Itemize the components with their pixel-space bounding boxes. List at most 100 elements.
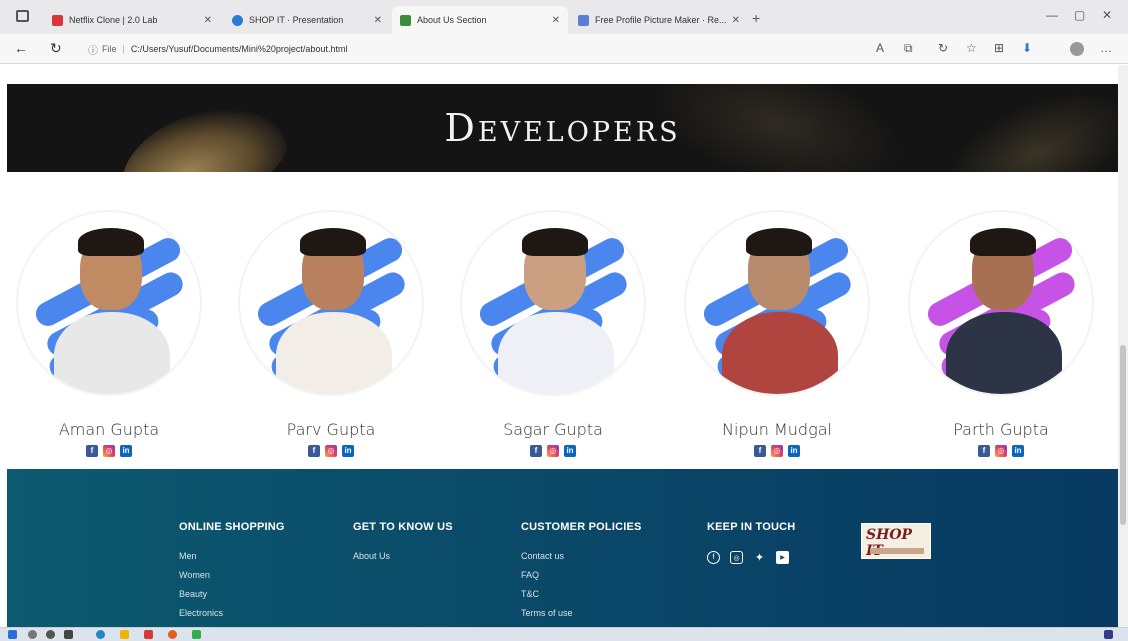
linkedin-icon[interactable]: in [120,445,132,457]
footer-column-customer-policies: CUSTOMER POLICIES Contact us FAQ T&C Ter… [521,521,642,627]
presentation-favicon-icon [232,14,243,26]
linkedin-icon[interactable]: in [788,445,800,457]
developer-card: Parth Gupta f ◎ in [906,210,1096,457]
instagram-icon[interactable]: ◎ [103,445,115,457]
close-icon[interactable]: ✕ [732,15,740,26]
read-aloud-icon[interactable]: A [876,41,884,55]
instagram-icon[interactable]: ◎ [995,445,1007,457]
maximize-icon[interactable]: ▢ [1074,8,1085,22]
address-bar-row: ← ↻ ⓘ File | C:/Users/Yusuf/Documents/Mi… [0,34,1128,64]
notification-icon[interactable] [1104,630,1113,639]
developer-name: Aman Gupta [58,420,160,439]
tab-icon[interactable]: ⧉ [904,41,913,56]
site-footer: ONLINE SHOPPING Men Women Beauty Electro… [7,469,1118,627]
page-content: Developers Aman Gupta f ◎ in Parv Gupta [0,65,1118,627]
facebook-icon[interactable]: f [530,445,542,457]
chrome-icon[interactable] [168,630,177,639]
close-window-icon[interactable]: ✕ [1102,8,1112,22]
shop-it-logo: SHOP IT [861,523,931,559]
footer-heading: GET TO KNOW US [353,521,453,533]
developer-card: Parv Gupta f ◎ in [236,210,426,457]
developer-name: Sagar Gupta [503,420,603,439]
start-icon[interactable] [8,630,17,639]
footer-column-online-shopping: ONLINE SHOPPING Men Women Beauty Electro… [179,521,285,627]
instagram-icon[interactable]: ◎ [771,445,783,457]
instagram-icon[interactable]: ◎ [547,445,559,457]
file-explorer-icon[interactable] [120,630,129,639]
developer-card: Sagar Gupta f ◎ in [458,210,648,457]
linkedin-icon[interactable]: in [564,445,576,457]
close-icon[interactable]: ✕ [204,15,212,26]
window-menu-icon[interactable] [16,10,29,22]
facebook-icon[interactable]: f [86,445,98,457]
task-view-icon[interactable] [46,630,55,639]
avatar [238,210,424,396]
minimize-icon[interactable]: — [1046,8,1058,22]
collections-icon[interactable]: ⊞ [994,41,1004,55]
close-icon[interactable]: ✕ [374,15,382,26]
browser-tab-4[interactable]: Free Profile Picture Maker · Re... ✕ [570,8,748,32]
youtube-icon[interactable]: ▶ [776,551,789,564]
download-icon[interactable]: ⬇ [1022,41,1032,55]
search-icon[interactable] [28,630,37,639]
instagram-icon[interactable]: ◎ [730,551,743,564]
profile-maker-favicon-icon [578,14,589,26]
facebook-icon[interactable]: f [707,551,720,564]
footer-column-keep-in-touch: KEEP IN TOUCH f ◎ ✦ ▶ [707,521,795,564]
twitter-icon[interactable]: ✦ [753,551,766,564]
profile-avatar-icon[interactable] [1070,42,1084,56]
facebook-icon[interactable]: f [754,445,766,457]
footer-link-faq[interactable]: FAQ [521,570,642,580]
app-icon[interactable] [144,630,153,639]
hero-banner: Developers [7,84,1118,172]
browser-tab-1[interactable]: Netflix Clone | 2.0 Lab ✕ [44,8,220,32]
facebook-icon[interactable]: f [978,445,990,457]
browser-tab-bar: Netflix Clone | 2.0 Lab ✕ SHOP IT · Pres… [0,0,1128,34]
browser-tab-active[interactable]: About Us Section ✕ [392,6,568,34]
favorite-icon[interactable]: ☆ [966,41,977,55]
footer-link-terms-of-use[interactable]: Terms of use [521,608,642,618]
app-icon[interactable] [192,630,201,639]
social-links: f ◎ in [14,445,204,457]
linkedin-icon[interactable]: in [342,445,354,457]
footer-link-electronics[interactable]: Electronics [179,608,285,618]
developer-card: Aman Gupta f ◎ in [14,210,204,457]
footer-link-women[interactable]: Women [179,570,285,580]
avatar [16,210,202,396]
netflix-favicon-icon [52,14,63,26]
edge-icon[interactable] [96,630,105,639]
developer-name: Nipun Mudgal [722,420,832,439]
social-links: f ◎ in [458,445,648,457]
new-tab-button[interactable]: + [752,10,760,26]
widgets-icon[interactable] [64,630,73,639]
windows-taskbar [0,627,1128,641]
footer-link-beauty[interactable]: Beauty [179,589,285,599]
address-field[interactable]: ⓘ File | C:/Users/Yusuf/Documents/Mini%2… [88,40,347,58]
social-links: f ◎ in [682,445,872,457]
developer-name: Parv Gupta [286,420,376,439]
more-menu-icon[interactable]: … [1100,41,1112,55]
footer-heading: ONLINE SHOPPING [179,521,285,533]
footer-column-get-to-know-us: GET TO KNOW US About Us [353,521,453,570]
close-icon[interactable]: ✕ [552,15,560,26]
developer-name: Parth Gupta [953,420,1049,439]
footer-link-about-us[interactable]: About Us [353,551,453,561]
instagram-icon[interactable]: ◎ [325,445,337,457]
footer-heading: CUSTOMER POLICIES [521,521,642,533]
page-favicon-icon [400,14,411,26]
refresh-ext-icon[interactable]: ↻ [938,41,948,55]
avatar [460,210,646,396]
developer-card: Nipun Mudgal f ◎ in [682,210,872,457]
scrollbar-thumb[interactable] [1120,345,1126,525]
url-text: C:/Users/Yusuf/Documents/Mini%20project/… [130,44,348,54]
footer-link-contact-us[interactable]: Contact us [521,551,642,561]
linkedin-icon[interactable]: in [1012,445,1024,457]
facebook-icon[interactable]: f [308,445,320,457]
footer-link-tc[interactable]: T&C [521,589,642,599]
footer-link-men[interactable]: Men [179,551,285,561]
browser-tab-2[interactable]: SHOP IT · Presentation ✕ [224,8,390,32]
back-arrow-icon[interactable]: ← [14,40,28,56]
avatar [684,210,870,396]
social-links: f ◎ in [906,445,1096,457]
refresh-icon[interactable]: ↻ [50,40,62,57]
